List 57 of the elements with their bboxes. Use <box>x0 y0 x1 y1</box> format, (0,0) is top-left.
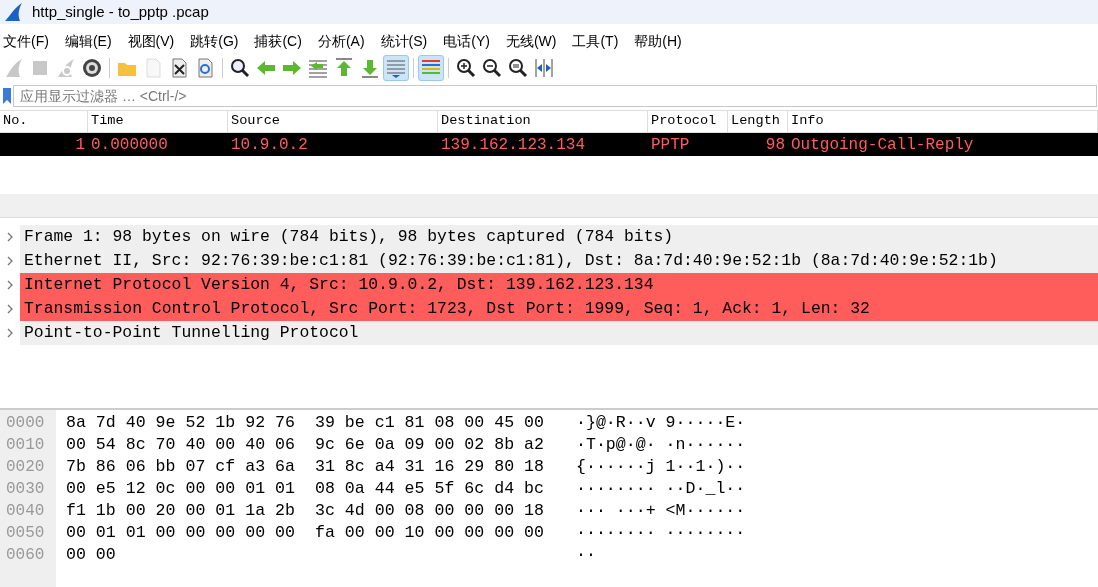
ascii-bytes: ········ ········ <box>576 522 746 544</box>
offset-label: 0010 <box>5 435 46 456</box>
menu-item[interactable]: 视图(V) <box>127 31 175 52</box>
ascii-bytes: ·· <box>576 544 597 566</box>
offset-label: 0000 <box>5 413 46 434</box>
packet-row[interactable]: 1 0.000000 10.9.0.2 139.162.123.134 PPTP 98 Outgoing-Call-Reply <box>0 133 1098 156</box>
column-header[interactable]: Info <box>788 111 1098 132</box>
column-header[interactable]: Protocol <box>648 111 728 132</box>
hex-bytes: 00 54 8c 70 40 00 40 06 9c 6e 0a 09 00 02 8b a2 <box>66 434 544 456</box>
hex-bytes: 00 00 <box>66 544 117 566</box>
offset-label: 0060 <box>5 545 46 566</box>
menu-item[interactable]: 跳转(G) <box>190 31 239 52</box>
tree-item[interactable]: Frame 1: 98 bytes on wire (784 bits), 98 bytes captured (784 bits) <box>20 225 1098 249</box>
ascii-bytes: ········ ··D·_l·· <box>576 478 746 500</box>
hex-bytes: 00 e5 12 0c 00 00 01 01 08 0a 44 e5 5f 6c d4 bc <box>66 478 544 500</box>
table-cell-text: 0.000000 <box>90 134 169 156</box>
menu-item[interactable]: 电话(Y) <box>443 31 490 52</box>
menu-item[interactable]: 无线(W) <box>505 31 557 52</box>
column-header[interactable]: Destination <box>438 111 648 132</box>
column-header[interactable]: Source <box>228 111 438 132</box>
offset-label: 0050 <box>5 523 46 544</box>
tree-item[interactable]: Point-to-Point Tunnelling Protocol <box>20 321 1098 345</box>
menu-item[interactable]: 统计(S) <box>380 31 428 52</box>
table-cell-text: 98 <box>764 134 786 156</box>
menu-item[interactable]: 帮助(H) <box>634 31 682 52</box>
table-cell-text: 10.9.0.2 <box>230 134 309 156</box>
column-header[interactable]: Time <box>88 111 228 132</box>
ascii-bytes: ·T·p@·@· ·n······ <box>576 434 746 456</box>
menu-item[interactable]: 工具(T) <box>572 31 619 52</box>
ascii-bytes: ··· ···+ <M······ <box>576 500 746 522</box>
tree-item[interactable]: Transmission Control Protocol, Src Port: 1723, Dst Port: 1999, Seq: 1, Ack: 1, Len: 32 <box>20 297 1098 321</box>
table-cell-text: 139.162.123.134 <box>440 134 587 156</box>
ascii-bytes: ·}@·R··v 9·····E· <box>576 412 746 434</box>
table-cell-text: Outgoing-Call-Reply <box>790 134 975 156</box>
menu-item[interactable]: 文件(F) <box>3 31 49 52</box>
hex-bytes: 8a 7d 40 9e 52 1b 92 76 39 be c1 81 08 00 45 00 <box>66 412 544 434</box>
offset-label: 0030 <box>5 479 46 500</box>
fin-icon <box>4 2 24 22</box>
column-header[interactable]: No. <box>0 111 88 132</box>
auto-scroll-icon[interactable] <box>383 55 409 81</box>
tree-item[interactable]: Internet Protocol Version 4, Src: 10.9.0.2, Dst: 139.162.123.134 <box>20 273 1098 297</box>
colored-lines-icon[interactable] <box>418 55 444 81</box>
window-title: http_single - to_pptp .pcap <box>32 1 209 22</box>
hex-bytes: 7b 86 06 bb 07 cf a3 6a 31 8c a4 31 16 29 80 18 <box>66 456 544 478</box>
menu-item[interactable]: 分析(A) <box>317 31 365 52</box>
offset-label: 0020 <box>5 457 46 478</box>
column-header[interactable]: Length <box>728 111 788 132</box>
ascii-bytes: {······j 1··1·)·· <box>576 456 746 478</box>
offset-label: 0040 <box>5 501 46 522</box>
hex-bytes: 00 01 01 00 00 00 00 00 fa 00 00 10 00 00 00 00 <box>66 522 544 544</box>
tree-item[interactable]: Ethernet II, Src: 92:76:39:be:c1:81 (92:76:39:be:c1:81), Dst: 8a:7d:40:9e:52:1b (8a:7d:40:9e:52:1b) <box>20 249 1098 273</box>
filter-field[interactable]: 应用显示过滤器 … <Ctrl-/> <box>13 85 1097 107</box>
table-cell-text: 1 <box>74 134 86 156</box>
hex-bytes: f1 1b 00 20 00 01 1a 2b 3c 4d 00 08 00 00 00 18 <box>66 500 544 522</box>
menu-item[interactable]: 编辑(E) <box>64 31 112 52</box>
menu-item[interactable]: 捕获(C) <box>254 31 302 52</box>
table-cell-text: PPTP <box>650 134 691 156</box>
